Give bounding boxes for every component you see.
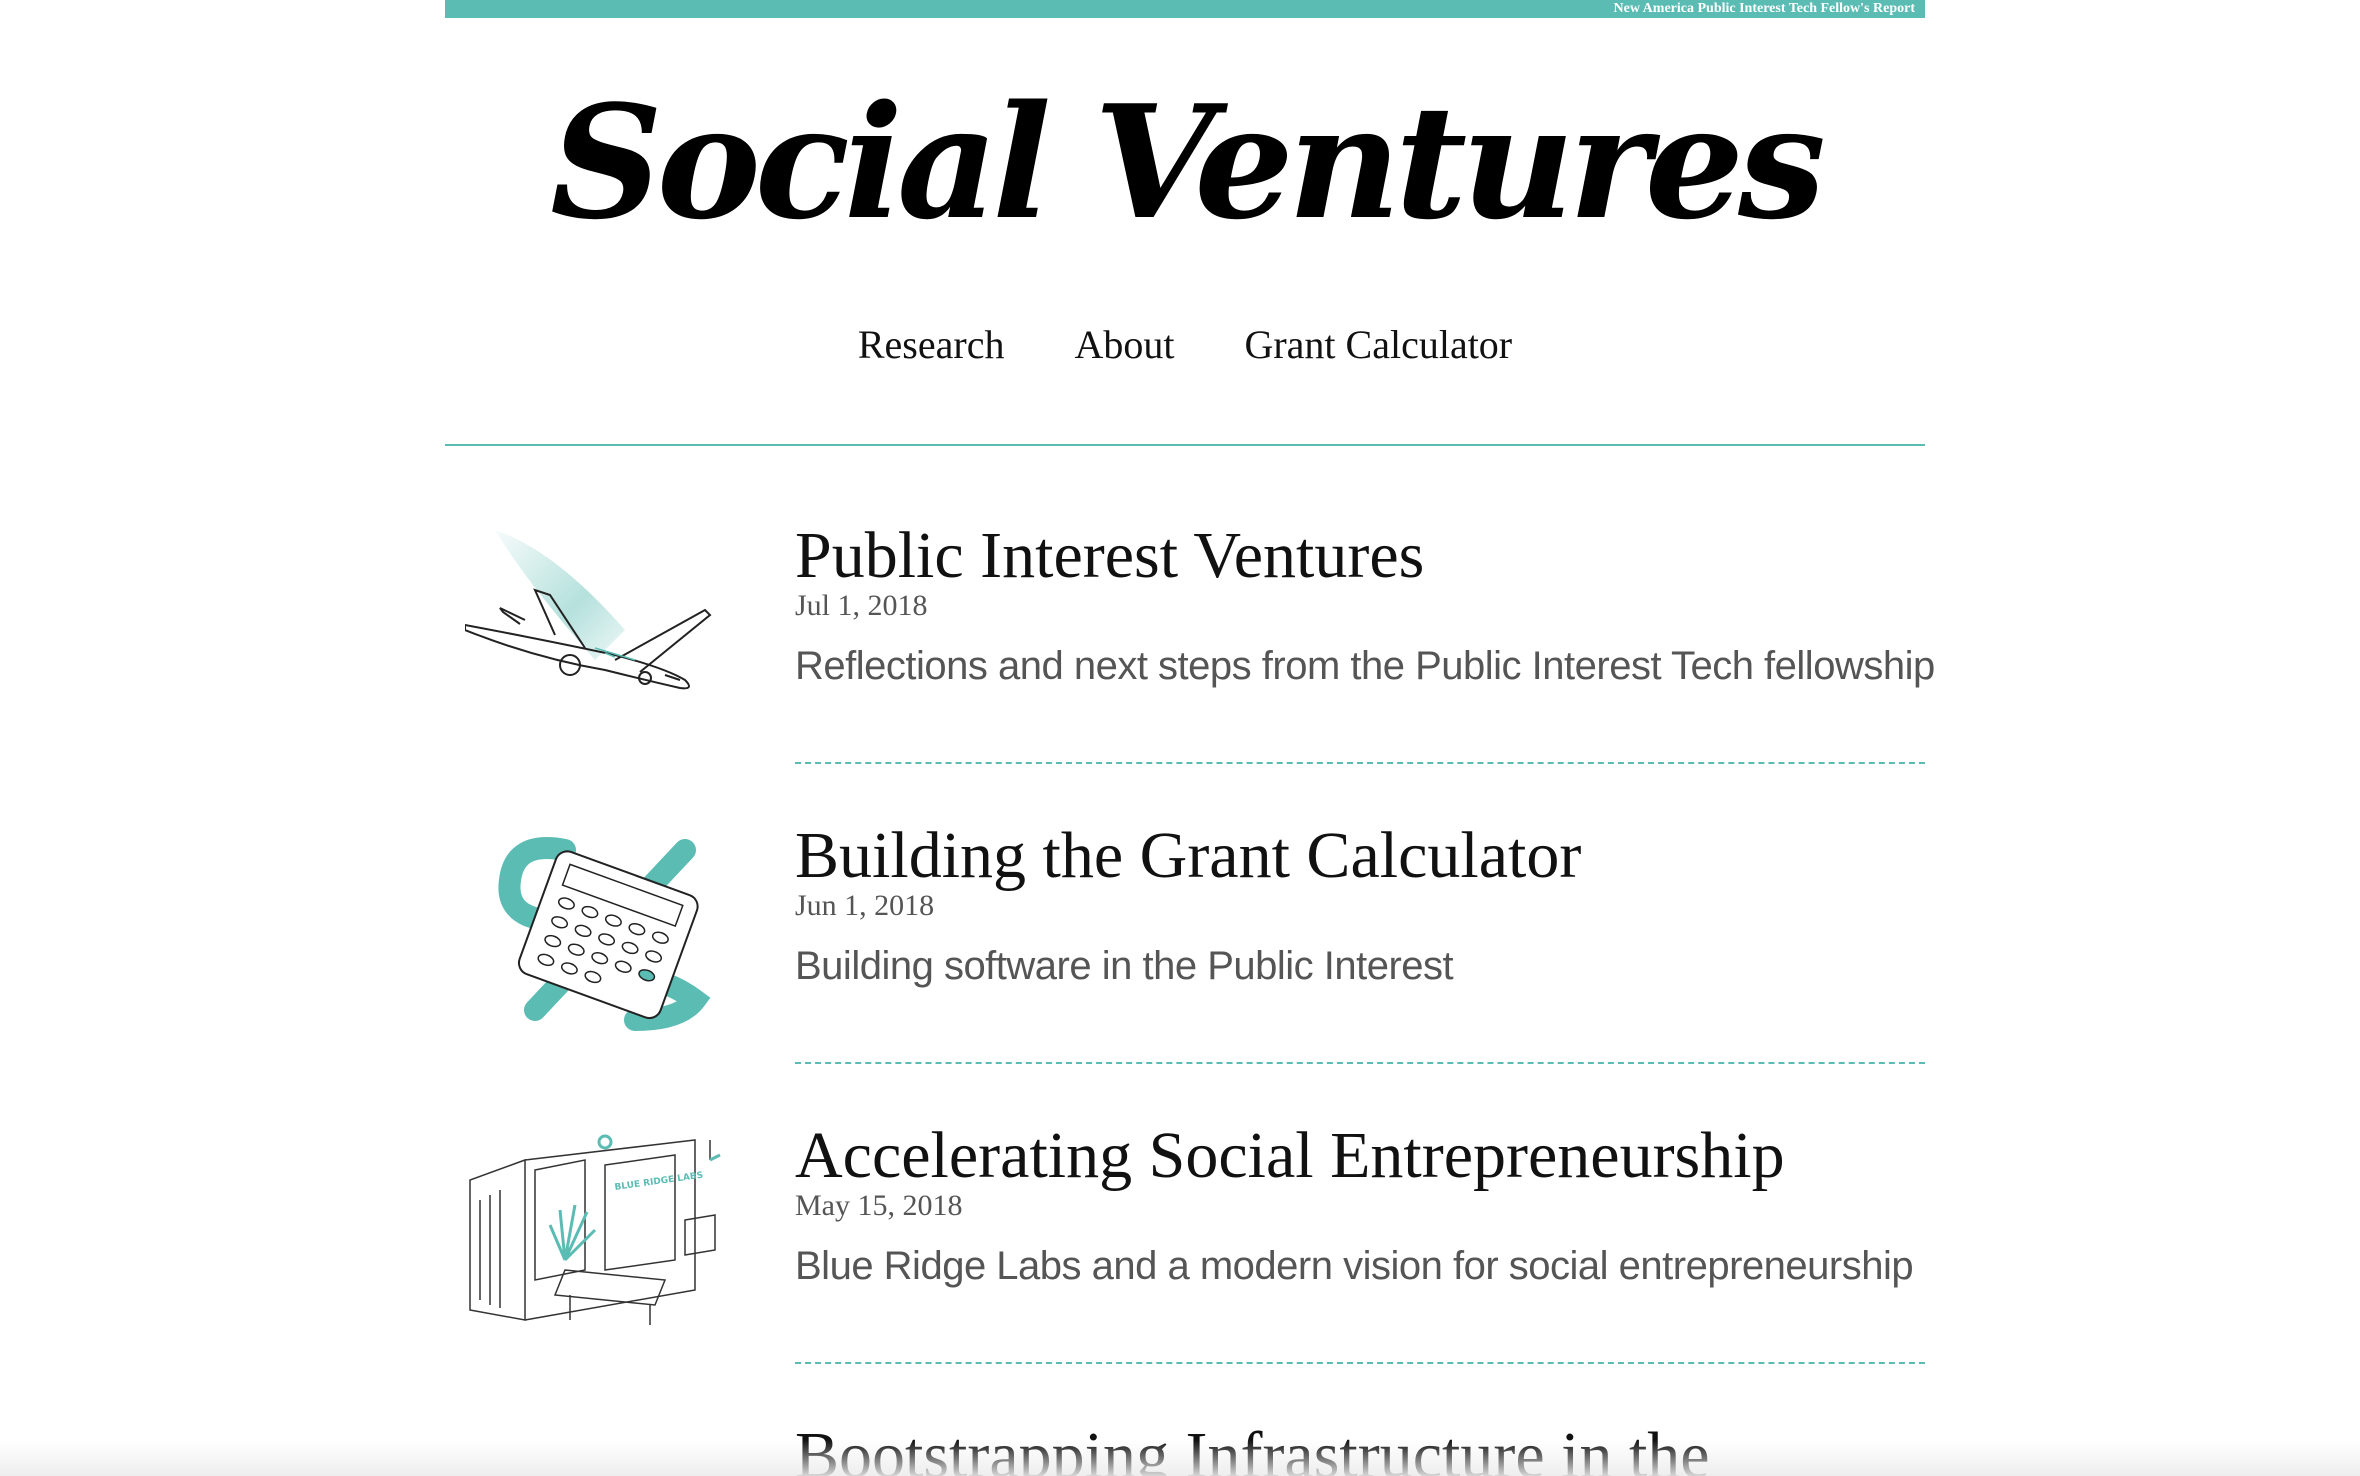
article-title[interactable]: Accelerating Social Entrepreneurship <box>795 1120 1925 1192</box>
main-nav: Research About Grant Calculator <box>445 320 1925 370</box>
article-description: Blue Ridge Labs and a modern vision for … <box>795 1244 1914 1288</box>
nav-about-link[interactable]: About <box>1074 320 1174 370</box>
article-item: BLUE RIDGE LABS Accelerating Social Entr… <box>445 1120 1925 1420</box>
nav-divider <box>445 444 1925 446</box>
window-bottom-shadow <box>0 1440 2360 1476</box>
article-date: May 15, 2018 <box>795 1189 963 1222</box>
article-date: Jun 1, 2018 <box>795 889 935 922</box>
article-title[interactable]: Building the Grant Calculator <box>795 820 1925 892</box>
article-item: Building the Grant Calculator Jun 1, 201… <box>445 820 1925 1120</box>
nav-research-link[interactable]: Research <box>858 320 1005 370</box>
article-title[interactable]: Public Interest Ventures <box>795 520 1925 592</box>
svg-text:BLUE RIDGE LABS: BLUE RIDGE LABS <box>614 1171 704 1193</box>
site-title[interactable]: Social Ventures <box>445 78 1925 248</box>
page-container: New America Public Interest Tech Fellow'… <box>445 0 1935 1476</box>
article-divider <box>795 1362 1925 1364</box>
article-body: Public Interest Ventures Jul 1, 2018 Ref… <box>795 520 1935 690</box>
article-description: Reflections and next steps from the Publ… <box>795 644 1935 688</box>
article-body: Building the Grant Calculator Jun 1, 201… <box>795 820 1925 990</box>
article-date: Jul 1, 2018 <box>795 589 928 622</box>
office-space-illustration-icon[interactable]: BLUE RIDGE LABS <box>465 1120 735 1340</box>
article-divider <box>795 762 1925 764</box>
article-divider <box>795 1062 1925 1064</box>
banner-text[interactable]: New America Public Interest Tech Fellow'… <box>1614 0 1915 18</box>
article-body: Accelerating Social Entrepreneurship May… <box>795 1120 1925 1290</box>
top-banner: New America Public Interest Tech Fellow'… <box>445 0 1925 18</box>
article-item: Public Interest Ventures Jul 1, 2018 Ref… <box>445 520 1935 820</box>
airplane-illustration-icon[interactable] <box>465 520 735 740</box>
calculator-illustration-icon[interactable] <box>465 820 735 1040</box>
article-description: Building software in the Public Interest <box>795 944 1454 988</box>
nav-grant-calculator-link[interactable]: Grant Calculator <box>1244 320 1512 370</box>
